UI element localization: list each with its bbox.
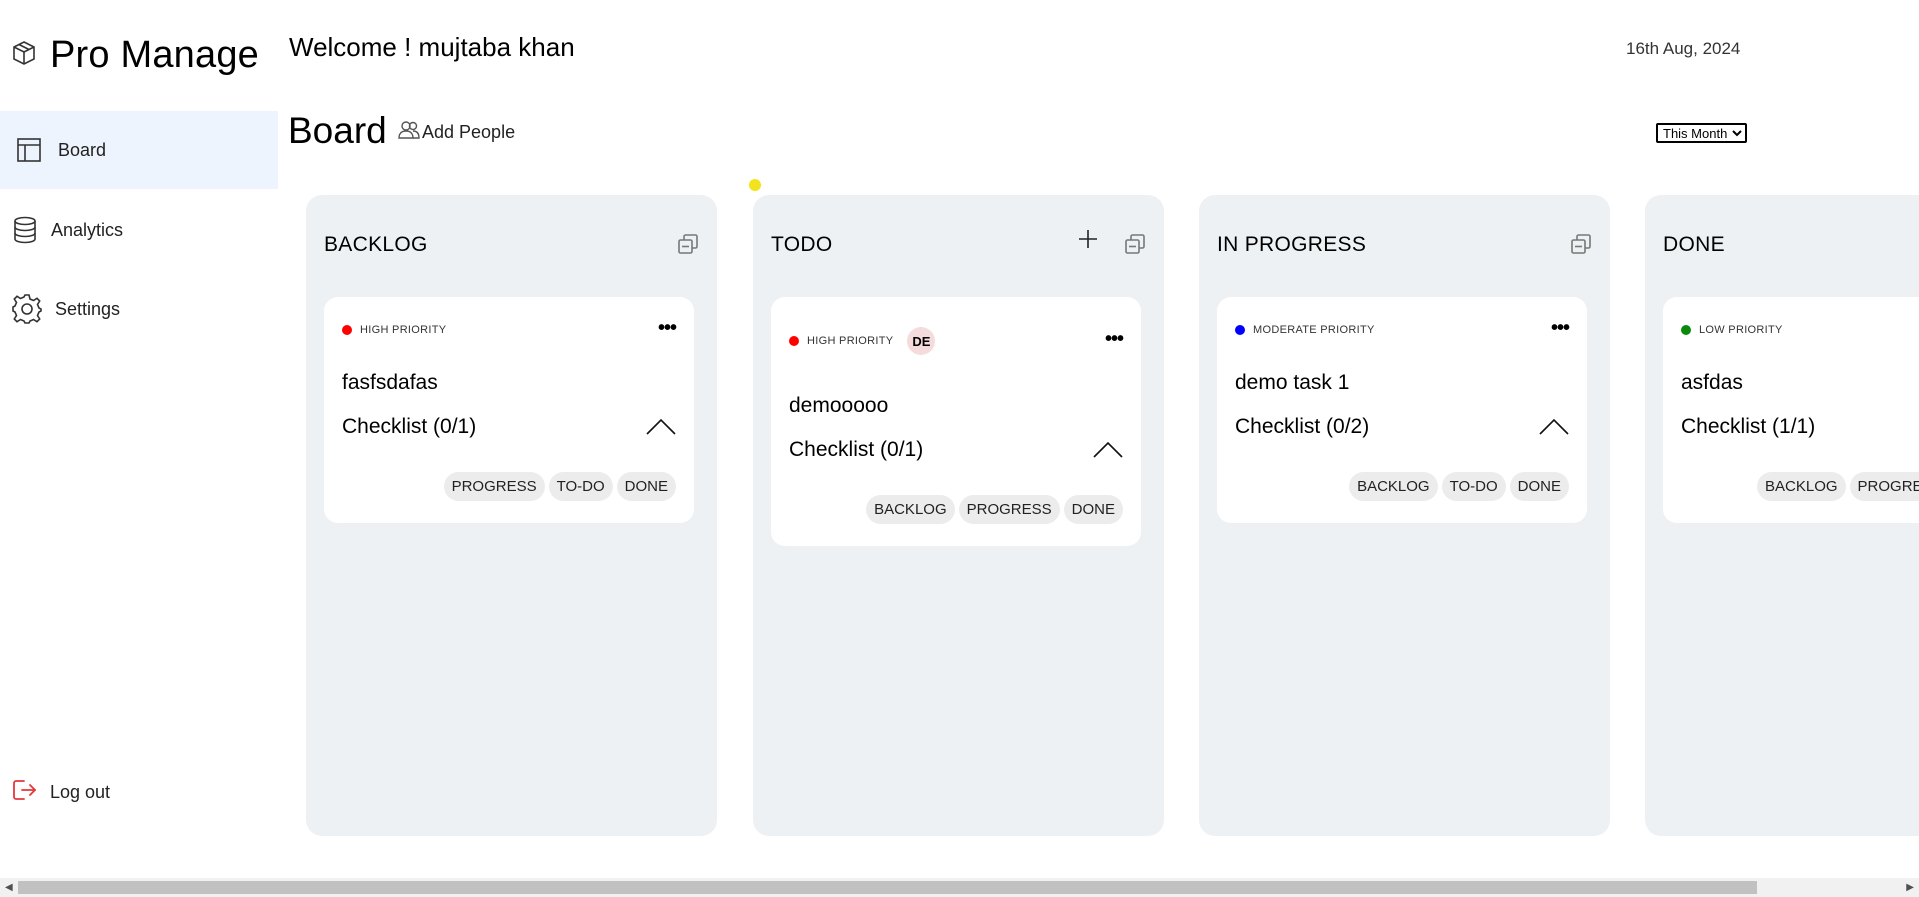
task-title: fasfsdafas [342, 371, 438, 394]
sidebar-item-label: Board [58, 139, 107, 160]
sidebar-item-label: Analytics [51, 219, 124, 240]
move-to-done-button[interactable]: DONE [616, 472, 676, 501]
column-title: BACKLOG [324, 233, 428, 256]
column-title: DONE [1663, 233, 1725, 256]
add-people-label: Add People [422, 122, 516, 142]
priority-label: MODERATE PRIORITY [1253, 324, 1375, 336]
add-task-icon[interactable] [1078, 225, 1098, 255]
task-card[interactable]: HIGH PRIORITY ••• fasfsdafas Checklist (… [324, 297, 694, 523]
card-menu-icon[interactable]: ••• [1105, 328, 1124, 351]
task-card[interactable]: HIGH PRIORITY DE ••• demooooo Checklist … [771, 297, 1141, 546]
task-card[interactable]: LOW PRIORITY asfdas Checklist (1/1) BACK… [1663, 297, 1919, 523]
task-card[interactable]: MODERATE PRIORITY ••• demo task 1 Checkl… [1217, 297, 1587, 523]
collapse-all-icon[interactable] [1570, 233, 1592, 260]
add-people-icon [398, 120, 420, 145]
scrollbar-thumb[interactable] [18, 881, 1757, 894]
move-to-backlog-button[interactable]: BACKLOG [866, 495, 955, 524]
move-to-progress-button[interactable]: PROGRESS [443, 472, 545, 501]
priority-indicator: HIGH PRIORITY DE [789, 327, 936, 355]
scroll-left-icon[interactable]: ◀ [5, 882, 13, 893]
logout-button[interactable]: Log out [12, 778, 110, 807]
current-date: 16th Aug, 2024 [1626, 39, 1741, 58]
column-todo: TODO HIGH PRIORITY DE ••• demooooo Check… [753, 195, 1164, 836]
scroll-right-icon[interactable]: ▶ [1906, 882, 1914, 893]
column-in-progress: IN PROGRESS MODERATE PRIORITY ••• demo t… [1199, 195, 1610, 836]
app-logo: Pro Manage [12, 34, 259, 77]
task-title: demo task 1 [1235, 371, 1350, 394]
collapse-all-icon[interactable] [677, 233, 699, 260]
priority-dot [789, 336, 799, 346]
sidebar-item-settings[interactable]: Settings [0, 290, 278, 328]
card-menu-icon[interactable]: ••• [1551, 317, 1570, 340]
logout-icon [12, 778, 38, 807]
time-filter-select[interactable]: This Month [1656, 123, 1747, 143]
priority-indicator: HIGH PRIORITY [342, 324, 446, 336]
sidebar-item-label: Settings [55, 298, 121, 319]
mouse-cursor-indicator [749, 179, 761, 191]
checklist-toggle: Checklist (0/1) [789, 438, 924, 461]
priority-indicator: MODERATE PRIORITY [1235, 324, 1375, 336]
horizontal-scrollbar[interactable]: ◀ ▶ [0, 878, 1919, 897]
database-icon [12, 216, 38, 244]
collapse-all-icon[interactable] [1124, 233, 1146, 260]
board-icon [16, 137, 42, 163]
checklist-toggle: Checklist (0/2) [1235, 415, 1370, 438]
move-to-todo-button[interactable]: TO-DO [548, 472, 613, 501]
column-title: TODO [771, 233, 833, 256]
gear-icon [11, 293, 43, 325]
sidebar-item-analytics[interactable]: Analytics [0, 212, 278, 248]
move-actions: PROGRESS TO-DO DONE [443, 472, 676, 501]
cube-icon [12, 40, 36, 71]
priority-label: LOW PRIORITY [1699, 324, 1783, 336]
move-actions: BACKLOG TO-DO DONE [1349, 472, 1569, 501]
move-to-progress-button[interactable]: PROGRESS [1849, 472, 1919, 501]
priority-indicator: LOW PRIORITY [1681, 324, 1783, 336]
chevron-up-icon[interactable] [1093, 440, 1123, 463]
priority-dot [1235, 325, 1245, 335]
welcome-message: Welcome ! mujtaba khan [289, 32, 575, 62]
move-to-done-button[interactable]: DONE [1063, 495, 1123, 524]
app-name: Pro Manage [50, 34, 260, 76]
priority-label: HIGH PRIORITY [807, 335, 894, 347]
add-people-button[interactable]: Add People [398, 120, 515, 145]
sidebar: Pro Manage Board Analytics Settings Log … [0, 0, 278, 880]
chevron-up-icon[interactable] [1539, 417, 1569, 440]
move-to-done-button[interactable]: DONE [1509, 472, 1569, 501]
move-to-progress-button[interactable]: PROGRESS [958, 495, 1060, 524]
task-title: demooooo [789, 394, 889, 417]
column-title: IN PROGRESS [1217, 233, 1367, 256]
priority-label: HIGH PRIORITY [360, 324, 447, 336]
checklist-toggle: Checklist (1/1) [1681, 415, 1816, 438]
checklist-toggle: Checklist (0/1) [342, 415, 477, 438]
logout-label: Log out [50, 782, 111, 802]
move-to-todo-button[interactable]: TO-DO [1441, 472, 1506, 501]
move-actions: BACKLOG PROGRESS [1757, 472, 1919, 501]
assignee-avatar: DE [907, 327, 936, 355]
task-title: asfdas [1681, 371, 1743, 394]
priority-dot [342, 325, 352, 335]
priority-dot [1681, 325, 1691, 335]
move-actions: BACKLOG PROGRESS DONE [866, 495, 1123, 524]
card-menu-icon[interactable]: ••• [658, 317, 677, 340]
page-title: Board [288, 110, 387, 151]
column-backlog: BACKLOG HIGH PRIORITY ••• fasfsdafas Che… [306, 195, 717, 836]
column-done: DONE LOW PRIORITY asfdas Checklist (1/1)… [1645, 195, 1919, 836]
sidebar-item-board[interactable]: Board [0, 111, 278, 189]
move-to-backlog-button[interactable]: BACKLOG [1757, 472, 1846, 501]
move-to-backlog-button[interactable]: BACKLOG [1349, 472, 1438, 501]
chevron-up-icon[interactable] [646, 417, 676, 440]
